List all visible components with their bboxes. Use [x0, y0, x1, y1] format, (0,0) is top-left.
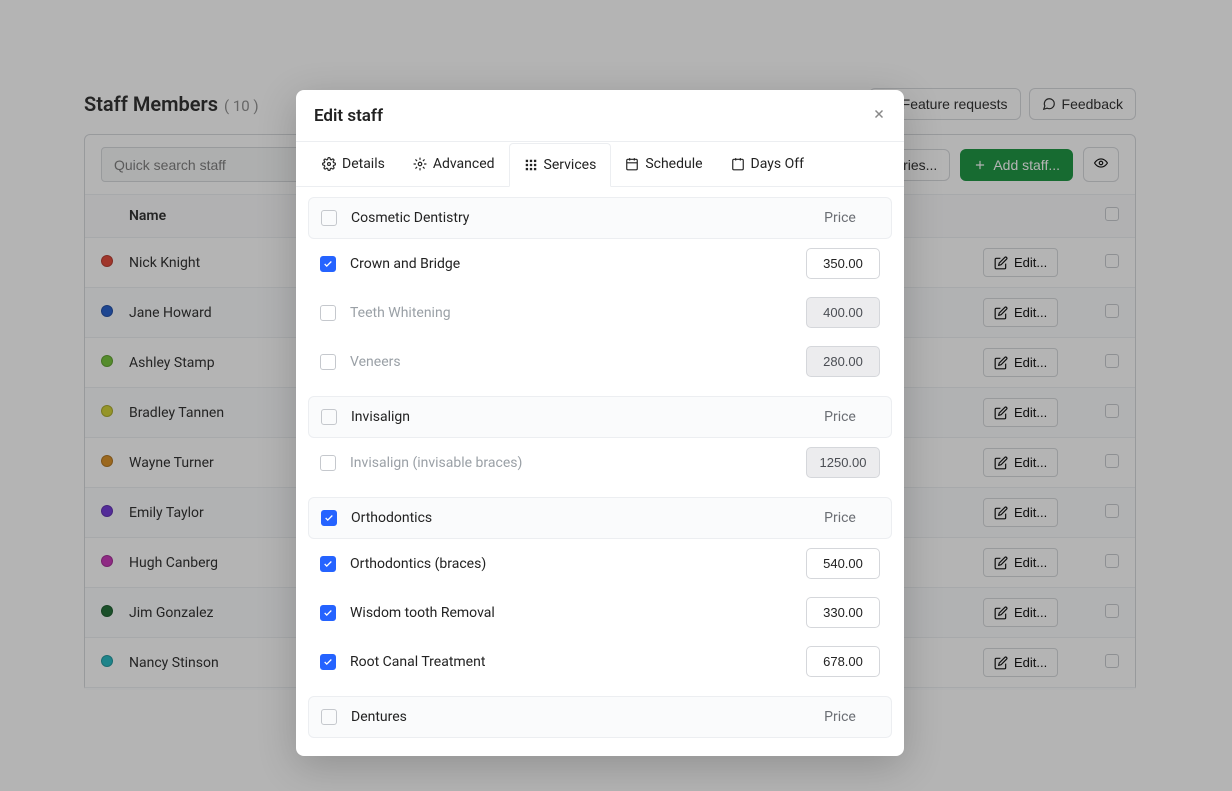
service-group-header: Invisalign Price [308, 396, 892, 438]
calendar-icon [625, 157, 639, 171]
service-group-header: Orthodontics Price [308, 497, 892, 539]
service-row: Wisdom tooth Removal [308, 588, 892, 637]
modal-tabs: Details Advanced Services Schedule Days … [296, 142, 904, 187]
service-row: Root Canal Treatment [308, 637, 892, 686]
tab-details[interactable]: Details [308, 142, 399, 186]
group-checkbox[interactable] [321, 210, 337, 226]
service-checkbox[interactable] [320, 256, 336, 272]
service-label: Veneers [350, 354, 560, 370]
price-header: Price [801, 409, 879, 425]
service-label: Root Canal Treatment [350, 654, 560, 670]
tab-days-off[interactable]: Days Off [717, 142, 818, 186]
group-checkbox[interactable] [321, 510, 337, 526]
service-label: Crown and Bridge [350, 256, 560, 272]
service-row: Teeth Whitening [308, 288, 892, 337]
service-label: Teeth Whitening [350, 305, 560, 321]
service-row: Crown and Bridge [308, 239, 892, 288]
service-row: Invisalign (invisable braces) [308, 438, 892, 487]
group-label: Invisalign [351, 409, 410, 425]
price-header: Price [801, 210, 879, 226]
gear-icon [322, 157, 336, 171]
modal-title: Edit staff [314, 106, 383, 126]
service-price-input [806, 447, 880, 478]
service-price-input [806, 297, 880, 328]
service-row: Veneers [308, 337, 892, 386]
service-label: Invisalign (invisable braces) [350, 455, 560, 471]
service-checkbox[interactable] [320, 455, 336, 471]
group-checkbox[interactable] [321, 409, 337, 425]
service-price-input[interactable] [806, 248, 880, 279]
group-checkbox[interactable] [321, 709, 337, 725]
tab-advanced[interactable]: Advanced [399, 142, 509, 186]
grid-icon [524, 158, 538, 172]
calendar-blank-icon [731, 157, 745, 171]
service-price-input[interactable] [806, 548, 880, 579]
service-row: Orthodontics (braces) [308, 539, 892, 588]
tab-services[interactable]: Services [509, 143, 612, 187]
service-price-input[interactable] [806, 597, 880, 628]
service-price-input [806, 346, 880, 377]
price-header: Price [801, 510, 879, 526]
service-checkbox[interactable] [320, 654, 336, 670]
service-checkbox[interactable] [320, 605, 336, 621]
service-price-input[interactable] [806, 646, 880, 677]
price-header: Price [801, 709, 879, 725]
group-label: Orthodontics [351, 510, 432, 526]
edit-staff-modal: Edit staff Details Advanced Services Sch… [296, 90, 904, 756]
sliders-icon [413, 157, 427, 171]
group-label: Dentures [351, 709, 407, 725]
close-button[interactable] [872, 104, 886, 127]
service-group-header: Cosmetic Dentistry Price [308, 197, 892, 239]
service-label: Orthodontics (braces) [350, 556, 560, 572]
close-icon [872, 107, 886, 121]
service-group-header: Dentures Price [308, 696, 892, 738]
service-label: Wisdom tooth Removal [350, 605, 560, 621]
tab-schedule[interactable]: Schedule [611, 142, 716, 186]
service-checkbox[interactable] [320, 354, 336, 370]
service-checkbox[interactable] [320, 556, 336, 572]
group-label: Cosmetic Dentistry [351, 210, 469, 226]
service-checkbox[interactable] [320, 305, 336, 321]
